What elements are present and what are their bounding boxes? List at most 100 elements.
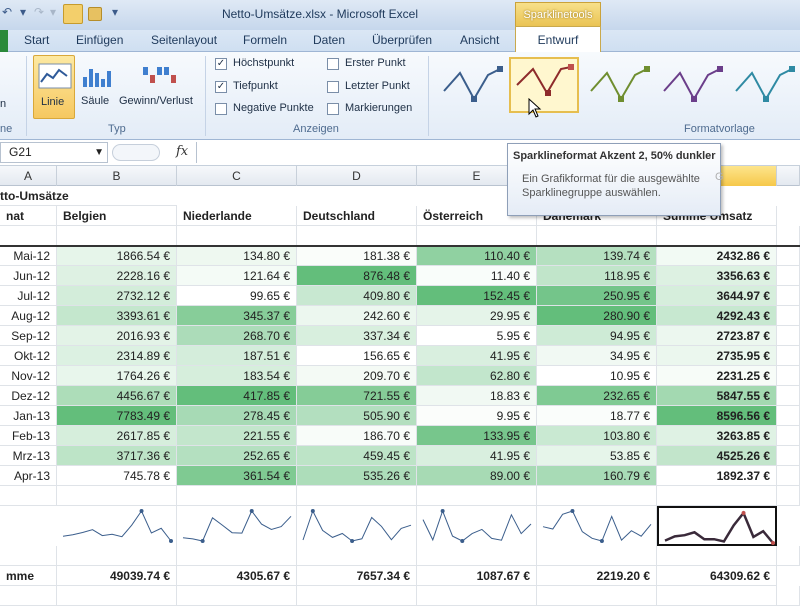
value-cell[interactable]: 252.65 € (177, 446, 297, 466)
empty-cell[interactable] (777, 366, 800, 386)
value-cell[interactable]: 18.77 € (537, 406, 657, 426)
fx-icon[interactable]: fx (176, 144, 188, 159)
tab-formeln[interactable]: Formeln (243, 33, 287, 47)
value-cell[interactable]: 10.95 € (537, 366, 657, 386)
checkbox-hochstpunkt[interactable]: ✓ (215, 58, 227, 70)
header-cell[interactable]: Deutschland (297, 206, 417, 226)
value-cell[interactable]: 1866.54 € (57, 246, 177, 266)
type-column-button[interactable]: Säule (79, 55, 113, 119)
value-cell[interactable]: 361.54 € (177, 466, 297, 486)
checkbox-markierungen[interactable] (327, 103, 339, 115)
tab-entwurf[interactable]: Entwurf (515, 26, 601, 52)
empty-cell[interactable] (297, 546, 417, 566)
month-cell[interactable]: Mrz-13 (0, 446, 57, 466)
value-cell[interactable]: 209.70 € (297, 366, 417, 386)
column-header-c[interactable]: C (177, 166, 297, 186)
empty-cell[interactable] (57, 486, 177, 506)
value-cell[interactable]: 139.74 € (537, 246, 657, 266)
empty-cell[interactable] (777, 326, 800, 346)
checkbox-markierungen-label[interactable]: Markierungen (345, 102, 412, 114)
tab-einfuegen[interactable]: Einfügen (76, 33, 123, 47)
month-cell[interactable]: Apr-13 (0, 466, 57, 486)
value-cell[interactable]: 1892.37 € (657, 466, 777, 486)
style-swatch-1[interactable] (436, 57, 506, 113)
month-cell[interactable]: Jul-12 (0, 286, 57, 306)
partial-button-label[interactable]: n (0, 98, 6, 110)
checkbox-hochstpunkt-label[interactable]: Höchstpunkt (233, 57, 294, 69)
empty-cell[interactable] (657, 226, 777, 246)
empty-cell[interactable] (57, 226, 177, 246)
value-cell[interactable]: 181.38 € (297, 246, 417, 266)
empty-cell[interactable] (57, 546, 177, 566)
value-cell[interactable]: 8596.56 € (657, 406, 777, 426)
value-cell[interactable]: 278.45 € (177, 406, 297, 426)
month-cell[interactable]: Dez-12 (0, 386, 57, 406)
value-cell[interactable]: 134.80 € (177, 246, 297, 266)
value-cell[interactable]: 9.95 € (417, 406, 537, 426)
value-cell[interactable]: 505.90 € (297, 406, 417, 426)
sparkline-cell[interactable] (417, 506, 537, 546)
value-cell[interactable]: 156.65 € (297, 346, 417, 366)
value-cell[interactable]: 18.83 € (417, 386, 537, 406)
value-cell[interactable]: 4456.67 € (57, 386, 177, 406)
empty-cell[interactable] (57, 586, 177, 606)
value-cell[interactable]: 186.70 € (297, 426, 417, 446)
empty-cell[interactable] (0, 486, 57, 506)
value-cell[interactable]: 242.60 € (297, 306, 417, 326)
empty-cell[interactable] (777, 226, 800, 246)
checkbox-erster-punkt-label[interactable]: Erster Punkt (345, 57, 406, 69)
empty-cell[interactable] (297, 226, 417, 246)
empty-cell[interactable] (777, 286, 800, 306)
tab-ansicht[interactable]: Ansicht (460, 33, 499, 47)
value-cell[interactable]: 232.65 € (537, 386, 657, 406)
value-cell[interactable]: 535.26 € (297, 466, 417, 486)
empty-cell[interactable] (537, 586, 657, 606)
column-header-d[interactable]: D (297, 166, 417, 186)
month-cell[interactable]: Jun-12 (0, 266, 57, 286)
value-cell[interactable]: 721.55 € (297, 386, 417, 406)
empty-cell[interactable] (417, 546, 537, 566)
value-cell[interactable]: 152.45 € (417, 286, 537, 306)
value-cell[interactable]: 103.80 € (537, 426, 657, 446)
value-cell[interactable]: 41.95 € (417, 346, 537, 366)
empty-cell[interactable] (417, 226, 537, 246)
value-cell[interactable]: 3393.61 € (57, 306, 177, 326)
empty-cell[interactable] (777, 486, 800, 506)
value-cell[interactable]: 29.95 € (417, 306, 537, 326)
checkbox-letzter-punkt[interactable] (327, 81, 339, 93)
sparkline-cell[interactable] (177, 506, 297, 546)
value-cell[interactable]: 2432.86 € (657, 246, 777, 266)
value-cell[interactable]: 280.90 € (537, 306, 657, 326)
style-swatch-2[interactable] (509, 57, 579, 113)
value-cell[interactable]: 3717.36 € (57, 446, 177, 466)
header-cell[interactable]: nat (0, 206, 57, 226)
value-cell[interactable]: 41.95 € (417, 446, 537, 466)
total-value-cell[interactable]: 4305.67 € (177, 566, 297, 586)
type-winloss-button[interactable]: Gewinn/Verlust (117, 55, 201, 119)
type-line-button[interactable]: Linie (33, 55, 75, 119)
empty-cell[interactable] (537, 546, 657, 566)
value-cell[interactable]: 250.95 € (537, 286, 657, 306)
value-cell[interactable]: 345.37 € (177, 306, 297, 326)
value-cell[interactable]: 121.64 € (177, 266, 297, 286)
empty-cell[interactable] (777, 426, 800, 446)
month-cell[interactable]: Nov-12 (0, 366, 57, 386)
month-cell[interactable]: Aug-12 (0, 306, 57, 326)
value-cell[interactable]: 1764.26 € (57, 366, 177, 386)
empty-cell[interactable] (777, 266, 800, 286)
column-header-a[interactable]: A (0, 166, 57, 186)
checkbox-tiefpunkt[interactable]: ✓ (215, 81, 227, 93)
value-cell[interactable]: 110.40 € (417, 246, 537, 266)
value-cell[interactable]: 187.51 € (177, 346, 297, 366)
checkbox-letzter-punkt-label[interactable]: Letzter Punkt (345, 80, 410, 92)
empty-cell[interactable] (657, 586, 777, 606)
empty-cell[interactable] (777, 466, 800, 486)
empty-cell[interactable] (777, 386, 800, 406)
value-cell[interactable]: 2314.89 € (57, 346, 177, 366)
style-swatch-5[interactable] (728, 57, 798, 113)
style-swatch-4[interactable] (656, 57, 726, 113)
value-cell[interactable]: 417.85 € (177, 386, 297, 406)
empty-cell[interactable] (777, 306, 800, 326)
value-cell[interactable]: 118.95 € (537, 266, 657, 286)
header-cell[interactable]: Belgien (57, 206, 177, 226)
